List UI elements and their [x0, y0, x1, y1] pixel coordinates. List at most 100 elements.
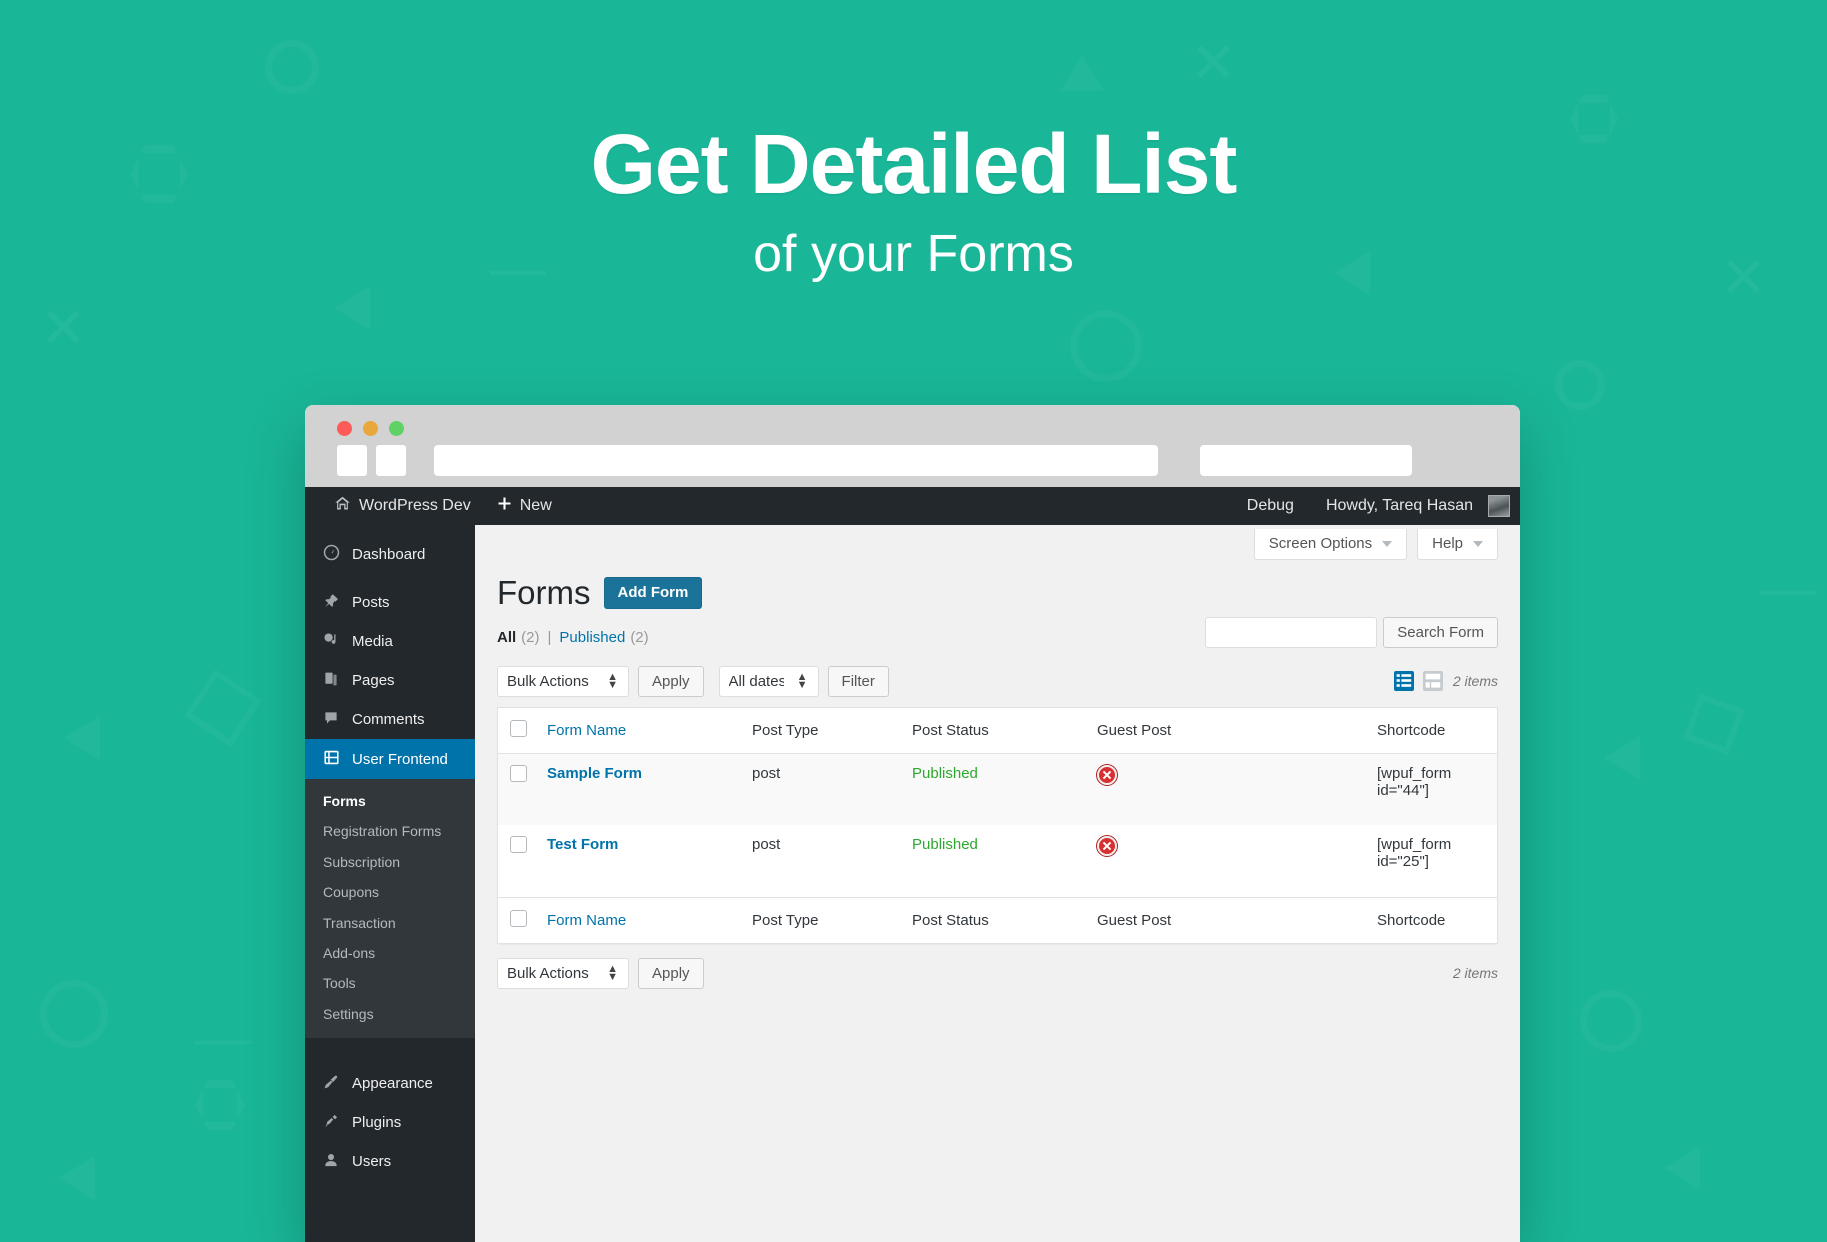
select-all-checkbox-top[interactable] — [510, 719, 527, 737]
column-footer-form-name[interactable]: Form Name — [537, 896, 742, 944]
maximize-window-button[interactable] — [389, 421, 404, 436]
column-header-shortcode: Shortcode — [1367, 707, 1498, 754]
hexagon-shape — [195, 1080, 245, 1130]
form-name-link[interactable]: Test Form — [547, 836, 618, 853]
sidebar-item-pages[interactable]: Pages — [305, 661, 475, 700]
apply-button-bottom[interactable]: Apply — [638, 957, 704, 989]
add-form-button[interactable]: Add Form — [603, 576, 703, 609]
list-view-icon[interactable] — [1392, 669, 1416, 693]
column-label: Form Name — [547, 911, 627, 929]
sidebar-item-user-frontend[interactable]: User Frontend — [305, 739, 483, 779]
filter-all-count: (2) — [521, 628, 540, 646]
home-icon — [334, 495, 351, 517]
sidebar-item-label: Users — [352, 1153, 392, 1171]
help-tab[interactable]: Help — [1417, 529, 1498, 560]
comment-icon — [321, 710, 341, 729]
admin-content: Screen Options Help Forms Add Form All (… — [475, 525, 1520, 1242]
address-bar-input[interactable] — [434, 445, 1158, 476]
sidebar-item-media[interactable]: Media — [305, 622, 475, 661]
pages-icon — [321, 671, 341, 690]
sidebar-item-label: Comments — [352, 711, 425, 728]
bulk-actions-select-bottom[interactable]: Bulk Actions — [497, 957, 629, 989]
sidebar-item-label: Posts — [352, 594, 390, 611]
select-all-checkbox-bottom[interactable] — [510, 909, 527, 927]
column-header-post-status: Post Status — [902, 707, 1087, 754]
displaying-num-top: 2 items — [1452, 673, 1498, 690]
sidebar-item-label: Plugins — [352, 1114, 402, 1132]
filter-all-link[interactable]: All — [497, 629, 516, 646]
adminbar-site-name[interactable]: WordPress Dev — [321, 487, 484, 525]
column-footer-post-type: Post Type — [742, 896, 902, 944]
date-filter-select-wrap: All dates ▲ ▼ — [718, 665, 819, 697]
adminbar-new-content[interactable]: New — [484, 487, 565, 525]
search-box: Search Form — [1205, 616, 1498, 648]
sidebar-item-users[interactable]: Users — [305, 1142, 475, 1181]
page-subtitle: of your Forms — [753, 225, 1074, 284]
row-checkbox[interactable] — [510, 836, 527, 854]
sidebar-item-appearance[interactable]: Appearance — [305, 1064, 475, 1103]
row-form-name-cell: Test Form — [537, 825, 742, 897]
search-input[interactable] — [1205, 616, 1378, 648]
close-window-button[interactable] — [337, 421, 352, 436]
sidebar-subitem-tools[interactable]: Tools — [305, 968, 475, 998]
table-foot: Form Name Post Type Post Status Guest Po… — [497, 896, 1498, 944]
circle-shape — [265, 40, 319, 94]
forward-button[interactable] — [376, 445, 406, 476]
filter-published-link[interactable]: Published — [559, 629, 625, 646]
apply-button-top[interactable]: Apply — [638, 665, 704, 697]
row-shortcode-cell: [wpuf_form id="25"] — [1367, 825, 1498, 897]
tablenav-bottom: Bulk Actions ▲ ▼ Apply 2 items — [497, 957, 1498, 990]
adminbar-debug[interactable]: Debug — [1234, 487, 1307, 525]
no-icon — [1097, 836, 1117, 857]
sidebar-subitem-add-ons[interactable]: Add-ons — [305, 938, 475, 968]
minimize-window-button[interactable] — [363, 421, 378, 436]
sidebar-subitem-subscription[interactable]: Subscription — [305, 847, 475, 877]
square-shape — [1683, 693, 1745, 755]
row-select-cell — [498, 825, 538, 897]
media-icon — [321, 632, 341, 651]
shortcode-value: [wpuf_form id="25"] — [1377, 836, 1452, 871]
sidebar-item-label: Dashboard — [352, 545, 426, 563]
adminbar-new-label: New — [519, 497, 552, 514]
screen-options-label: Screen Options — [1268, 535, 1373, 552]
excerpt-view-icon[interactable] — [1421, 669, 1445, 693]
avatar[interactable] — [1488, 495, 1510, 517]
screen-meta-links: Screen Options Help — [497, 525, 1498, 560]
shortcode-value: [wpuf_form id="44"] — [1377, 764, 1452, 799]
sidebar-item-dashboard[interactable]: Dashboard — [305, 534, 475, 574]
browser-search-input[interactable] — [1200, 445, 1412, 476]
user-icon — [321, 1152, 341, 1171]
column-header-form-name[interactable]: Form Name — [537, 707, 742, 754]
brush-icon — [321, 1074, 341, 1093]
sidebar-subitem-forms[interactable]: Forms — [305, 786, 475, 816]
row-post-type-cell: post — [752, 836, 781, 854]
date-filter-select[interactable]: All dates — [718, 665, 819, 697]
screen-options-tab[interactable]: Screen Options — [1253, 529, 1408, 560]
row-shortcode-cell: [wpuf_form id="44"] — [1367, 753, 1498, 826]
bulk-actions-select-wrap: Bulk Actions ▲ ▼ — [497, 665, 629, 697]
row-checkbox[interactable] — [510, 764, 527, 782]
filter-button[interactable]: Filter — [827, 665, 889, 697]
sidebar-subitem-registration-forms[interactable]: Registration Forms — [305, 816, 475, 846]
form-name-link[interactable]: Sample Form — [547, 765, 642, 782]
sidebar-item-plugins[interactable]: Plugins — [305, 1103, 475, 1142]
sidebar-item-posts[interactable]: Posts — [305, 583, 475, 622]
search-form-button[interactable]: Search Form — [1383, 616, 1498, 648]
table-header-row: Form Name Post Type Post Status Guest Po… — [497, 707, 1498, 754]
bulk-actions-select-top[interactable]: Bulk Actions — [497, 665, 629, 697]
column-label: Form Name — [547, 721, 627, 739]
admin-sidebar: Dashboard Posts Media Pages Comments Use… — [305, 525, 483, 1242]
x-shape: ✕ — [1190, 31, 1237, 94]
sidebar-subitem-coupons[interactable]: Coupons — [305, 877, 475, 907]
page-header: Forms Add Form — [497, 573, 1498, 613]
sidebar-item-label: Appearance — [352, 1075, 433, 1093]
forms-table: Form Name Post Type Post Status Guest Po… — [497, 706, 1498, 944]
back-button[interactable] — [337, 445, 367, 476]
sidebar-item-comments[interactable]: Comments — [305, 700, 475, 739]
circle-shape — [40, 980, 108, 1048]
triangle-shape — [1664, 1146, 1700, 1190]
adminbar-howdy[interactable]: Howdy, Tareq Hasan — [1313, 487, 1473, 525]
table-head: Form Name Post Type Post Status Guest Po… — [497, 707, 1498, 754]
sidebar-subitem-transaction[interactable]: Transaction — [305, 908, 475, 938]
sidebar-subitem-settings[interactable]: Settings — [305, 999, 475, 1029]
